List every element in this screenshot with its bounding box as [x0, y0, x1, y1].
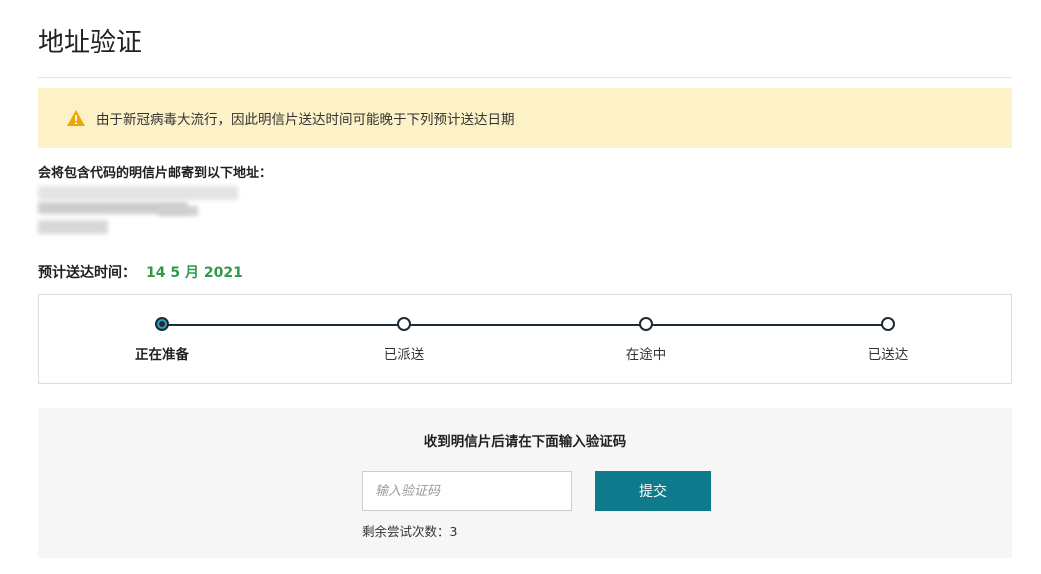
step-dot: [397, 317, 411, 331]
step-label: 在途中: [625, 347, 667, 363]
step-label: 已送达: [867, 347, 909, 363]
verification-panel: 收到明信片后请在下面输入验证码 提交 剩余尝试次数：3: [38, 408, 1012, 558]
address-verification-page: 地址验证 由于新冠病毒大流行，因此明信片送达时间可能晚于下列预计送达日期 会将包…: [0, 0, 1041, 574]
eta-value: 14 5 月 2021: [146, 265, 243, 281]
step-dot: [639, 317, 653, 331]
eta-label: 预计送达时间：: [38, 265, 136, 281]
tracker-step-in-transit: 在途中: [576, 317, 716, 363]
verification-code-input[interactable]: [362, 471, 572, 511]
tracker-step-delivered: 已送达: [818, 317, 958, 363]
step-dot: [881, 317, 895, 331]
title-divider: [38, 77, 1012, 78]
estimated-delivery: 预计送达时间： 14 5 月 2021: [38, 262, 243, 282]
page-title: 地址验证: [38, 28, 143, 58]
warning-text: 由于新冠病毒大流行，因此明信片送达时间可能晚于下列预计送达日期: [96, 112, 515, 128]
step-label: 正在准备: [135, 347, 189, 363]
mailing-address-label: 会将包含代码的明信片邮寄到以下地址：: [38, 166, 273, 181]
tracker-step-preparing: 正在准备: [92, 317, 232, 363]
step-label: 已派送: [383, 347, 425, 363]
step-dot-active: [155, 317, 169, 331]
delivery-tracker: 正在准备 已派送 在途中 已送达: [38, 294, 1012, 384]
submit-button[interactable]: 提交: [595, 471, 711, 511]
tracker-line: [161, 324, 887, 326]
blurred-address: [38, 182, 248, 244]
verification-instruction: 收到明信片后请在下面输入验证码: [423, 434, 627, 450]
covid-warning-banner: 由于新冠病毒大流行，因此明信片送达时间可能晚于下列预计送达日期: [38, 88, 1012, 148]
tracker-step-dispatched: 已派送: [334, 317, 474, 363]
remaining-attempts: 剩余尝试次数：3: [362, 524, 458, 539]
warning-icon: [66, 109, 86, 127]
